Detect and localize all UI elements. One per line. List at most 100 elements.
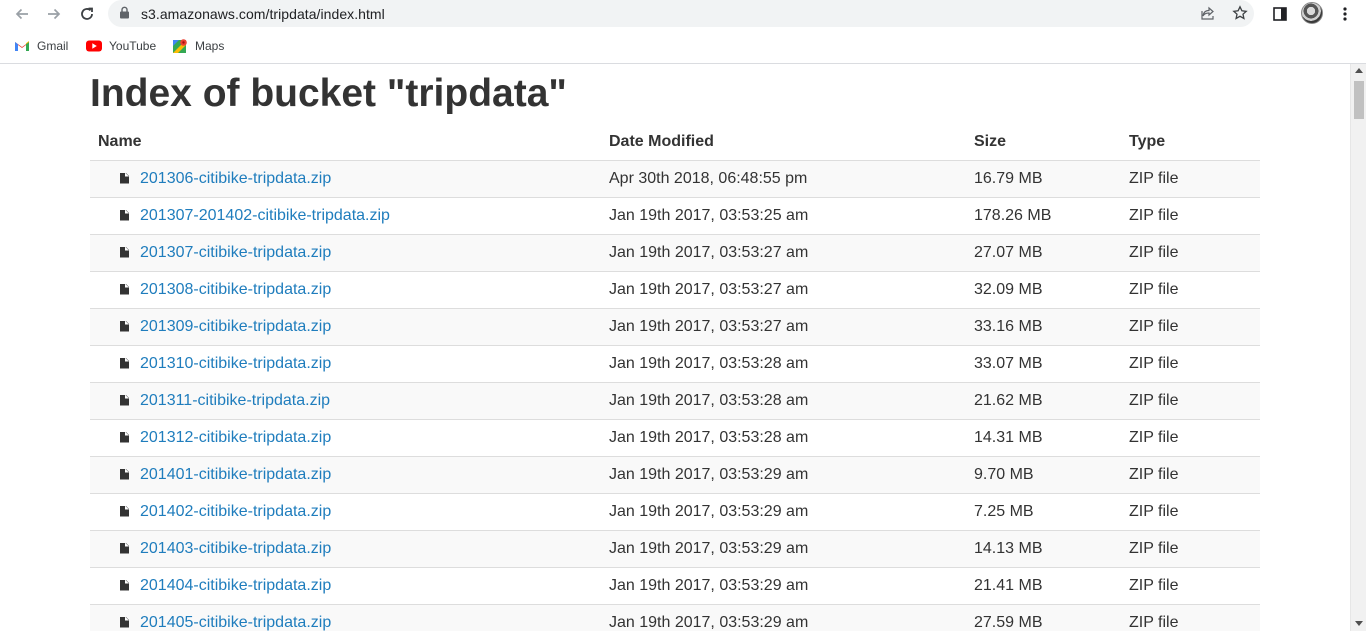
file-icon bbox=[120, 542, 129, 554]
file-date-cell: Jan 19th 2017, 03:53:27 am bbox=[609, 271, 974, 309]
reload-button[interactable] bbox=[75, 3, 99, 25]
file-name-cell: 201309-citibike-tripdata.zip bbox=[90, 308, 609, 346]
file-size-cell: 27.59 MB bbox=[974, 604, 1129, 631]
file-type-cell: ZIP file bbox=[1129, 197, 1260, 235]
arrow-right-icon bbox=[48, 8, 61, 20]
file-link[interactable]: 201404-citibike-tripdata.zip bbox=[140, 577, 331, 594]
file-size-cell: 178.26 MB bbox=[974, 197, 1129, 235]
file-name-cell: 201404-citibike-tripdata.zip bbox=[90, 567, 609, 605]
file-type-cell: ZIP file bbox=[1129, 419, 1260, 457]
browser-toolbar: s3.amazonaws.com/tripdata/index.html bbox=[0, 0, 1366, 30]
table-row: 201310-citibike-tripdata.zip Jan 19th 201… bbox=[90, 345, 1260, 383]
file-date-cell: Jan 19th 2017, 03:53:29 am bbox=[609, 530, 974, 568]
table-row: 201404-citibike-tripdata.zip Jan 19th 201… bbox=[90, 567, 1260, 605]
bookmark-label: Maps bbox=[195, 39, 225, 53]
table-row: 201402-citibike-tripdata.zip Jan 19th 201… bbox=[90, 493, 1260, 531]
column-header-type[interactable]: Type bbox=[1129, 124, 1260, 161]
table-row: 201403-citibike-tripdata.zip Jan 19th 201… bbox=[90, 530, 1260, 568]
file-link[interactable]: 201309-citibike-tripdata.zip bbox=[140, 318, 331, 335]
file-name-cell: 201306-citibike-tripdata.zip bbox=[90, 160, 609, 198]
file-type-cell: ZIP file bbox=[1129, 160, 1260, 198]
bookmark-gmail[interactable]: Gmail bbox=[14, 37, 68, 55]
file-icon bbox=[120, 209, 129, 221]
file-link[interactable]: 201312-citibike-tripdata.zip bbox=[140, 429, 331, 446]
file-link[interactable]: 201310-citibike-tripdata.zip bbox=[140, 355, 331, 372]
lock-icon[interactable] bbox=[119, 6, 130, 19]
file-type-cell: ZIP file bbox=[1129, 530, 1260, 568]
scroll-down-arrow[interactable] bbox=[1355, 621, 1363, 626]
side-panel-button[interactable] bbox=[1269, 4, 1291, 24]
forward-button[interactable] bbox=[42, 3, 66, 25]
address-url[interactable]: s3.amazonaws.com/tripdata/index.html bbox=[141, 6, 385, 22]
file-size-cell: 14.13 MB bbox=[974, 530, 1129, 568]
file-date-cell: Jan 19th 2017, 03:53:29 am bbox=[609, 567, 974, 605]
table-row: 201405-citibike-tripdata.zip Jan 19th 201… bbox=[90, 604, 1260, 631]
more-vertical-icon bbox=[1343, 7, 1347, 21]
file-date-cell: Jan 19th 2017, 03:53:28 am bbox=[609, 382, 974, 420]
file-link[interactable]: 201306-citibike-tripdata.zip bbox=[140, 170, 331, 187]
file-icon bbox=[120, 505, 129, 517]
file-size-cell: 27.07 MB bbox=[974, 234, 1129, 272]
column-header-size[interactable]: Size bbox=[974, 124, 1129, 161]
file-list: 201306-citibike-tripdata.zip Apr 30th 201… bbox=[90, 160, 1260, 631]
file-type-cell: ZIP file bbox=[1129, 567, 1260, 605]
address-bar[interactable]: s3.amazonaws.com/tripdata/index.html bbox=[108, 0, 1254, 27]
file-icon bbox=[120, 468, 129, 480]
bookmark-label: Gmail bbox=[37, 39, 69, 53]
file-size-cell: 21.62 MB bbox=[974, 382, 1129, 420]
youtube-icon bbox=[86, 40, 102, 52]
bookmark-maps[interactable]: Maps bbox=[172, 37, 224, 55]
file-link[interactable]: 201307-citibike-tripdata.zip bbox=[140, 244, 331, 261]
file-icon bbox=[120, 394, 129, 406]
menu-button[interactable] bbox=[1334, 4, 1356, 24]
file-type-cell: ZIP file bbox=[1129, 382, 1260, 420]
file-icon bbox=[120, 431, 129, 443]
file-size-cell: 9.70 MB bbox=[974, 456, 1129, 494]
page-title: Index of bucket "tripdata" bbox=[90, 72, 567, 115]
file-size-cell: 33.07 MB bbox=[974, 345, 1129, 383]
profile-avatar[interactable] bbox=[1301, 2, 1323, 24]
file-icon bbox=[120, 246, 129, 258]
column-header-date[interactable]: Date Modified bbox=[609, 124, 974, 161]
file-type-cell: ZIP file bbox=[1129, 604, 1260, 631]
file-date-cell: Jan 19th 2017, 03:53:29 am bbox=[609, 456, 974, 494]
file-link[interactable]: 201308-citibike-tripdata.zip bbox=[140, 281, 331, 298]
file-size-cell: 32.09 MB bbox=[974, 271, 1129, 309]
gmail-icon bbox=[15, 41, 29, 51]
file-icon bbox=[120, 320, 129, 332]
file-date-cell: Apr 30th 2018, 06:48:55 pm bbox=[609, 160, 974, 198]
file-size-cell: 33.16 MB bbox=[974, 308, 1129, 346]
table-row: 201401-citibike-tripdata.zip Jan 19th 201… bbox=[90, 456, 1260, 494]
table-header-row: Name Date Modified Size Type bbox=[90, 124, 1260, 161]
scrollbar-thumb[interactable] bbox=[1354, 81, 1364, 119]
file-name-cell: 201308-citibike-tripdata.zip bbox=[90, 271, 609, 309]
back-button[interactable] bbox=[10, 3, 34, 25]
file-type-cell: ZIP file bbox=[1129, 271, 1260, 309]
file-link[interactable]: 201307-201402-citibike-tripdata.zip bbox=[140, 207, 390, 224]
file-link[interactable]: 201311-citibike-tripdata.zip bbox=[140, 392, 330, 409]
file-icon bbox=[120, 172, 129, 184]
maps-icon bbox=[173, 39, 187, 53]
column-header-name[interactable]: Name bbox=[90, 124, 609, 161]
file-date-cell: Jan 19th 2017, 03:53:25 am bbox=[609, 197, 974, 235]
file-link[interactable]: 201401-citibike-tripdata.zip bbox=[140, 466, 331, 483]
table-row: 201306-citibike-tripdata.zip Apr 30th 201… bbox=[90, 160, 1260, 198]
scroll-up-arrow[interactable] bbox=[1355, 68, 1363, 73]
bookmark-label: YouTube bbox=[109, 39, 157, 53]
file-date-cell: Jan 19th 2017, 03:53:29 am bbox=[609, 493, 974, 531]
bookmark-youtube[interactable]: YouTube bbox=[86, 37, 156, 55]
file-link[interactable]: 201403-citibike-tripdata.zip bbox=[140, 540, 331, 557]
reload-icon bbox=[81, 7, 93, 20]
file-link[interactable]: 201405-citibike-tripdata.zip bbox=[140, 614, 331, 631]
file-listing-table: Name Date Modified Size Type 201306-citi… bbox=[90, 124, 1260, 631]
file-name-cell: 201403-citibike-tripdata.zip bbox=[90, 530, 609, 568]
table-row: 201308-citibike-tripdata.zip Jan 19th 201… bbox=[90, 271, 1260, 309]
star-icon[interactable] bbox=[1232, 5, 1248, 21]
file-icon bbox=[120, 283, 129, 295]
file-name-cell: 201312-citibike-tripdata.zip bbox=[90, 419, 609, 457]
share-icon[interactable] bbox=[1200, 5, 1216, 21]
page-scrollbar[interactable] bbox=[1350, 64, 1366, 631]
file-date-cell: Jan 19th 2017, 03:53:27 am bbox=[609, 234, 974, 272]
file-link[interactable]: 201402-citibike-tripdata.zip bbox=[140, 503, 331, 520]
file-name-cell: 201307-citibike-tripdata.zip bbox=[90, 234, 609, 272]
